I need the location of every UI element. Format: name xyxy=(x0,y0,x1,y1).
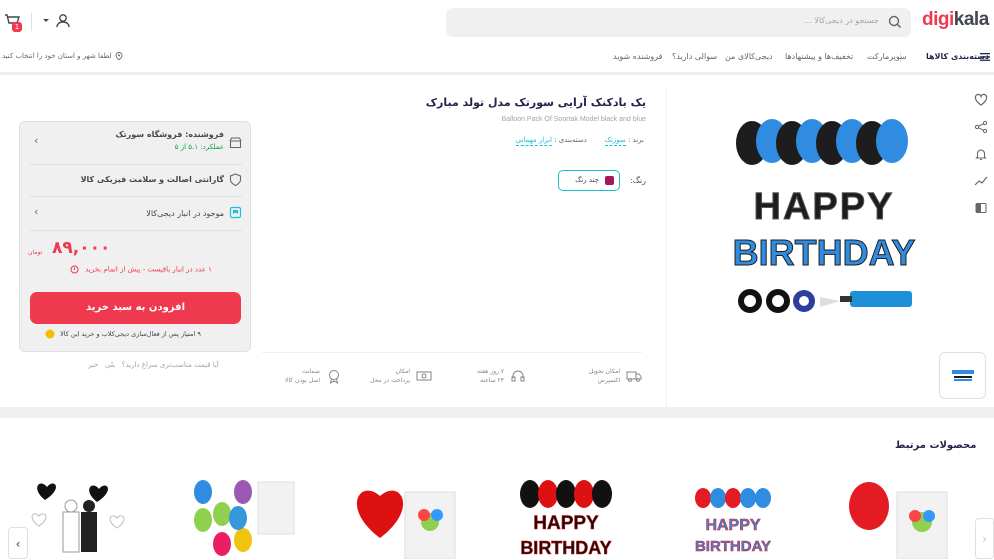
product-price: ۸۹,۰۰۰ xyxy=(52,238,111,258)
warranty-text: گارانتی اصالت و سلامت فیزیکی کالا xyxy=(80,175,224,184)
buybox-divider xyxy=(30,164,242,165)
thumbnail-image xyxy=(952,370,974,381)
feature-express-l1: امکان تحویل xyxy=(588,368,620,375)
product-title: یک بادکنک آرایی سورتک مدل تولد مبارک xyxy=(425,96,646,109)
feature-support-l2: ۲۴ ساعته xyxy=(480,377,504,384)
feature-support-l1: ۷ روز هفته xyxy=(477,368,504,375)
nav-categories[interactable]: دسته‌بندی کالاها xyxy=(926,52,989,61)
nav-become-seller[interactable]: فروشنده شوید xyxy=(613,52,662,61)
chevron-down-icon[interactable] xyxy=(43,19,49,23)
brand-label: برند xyxy=(632,136,644,144)
chevron-left-icon[interactable]: ‹ xyxy=(34,134,38,147)
balloons-row xyxy=(736,119,908,165)
price-suggestion-question: آیا قیمت مناسب‌تری سراغ دارید؟ xyxy=(121,361,219,369)
color-swatch xyxy=(605,176,614,185)
warranty-row: گارانتی اصالت و سلامت فیزیکی کالا xyxy=(30,175,242,184)
related-product-2[interactable]: HAPPY BIRTHDAY xyxy=(688,478,798,559)
bell-icon[interactable] xyxy=(974,147,988,161)
location-pin-icon xyxy=(115,52,122,61)
buybox-divider xyxy=(30,196,242,197)
seller-info[interactable]: فروشنده: فروشگاه سورتک عملکرد: ۵.۱ از ۵ xyxy=(30,130,242,151)
accessories xyxy=(738,289,912,313)
user-icon[interactable] xyxy=(54,12,72,30)
svg-text:HAPPY: HAPPY xyxy=(705,517,760,534)
club-points-text: ۹ امتیاز پس از فعال‌سازی دیجی‌کلاب و خری… xyxy=(60,330,201,338)
suggest-no[interactable]: خیر xyxy=(88,361,98,369)
nav-my-digikala[interactable]: دیجی‌کالای من xyxy=(725,52,773,61)
buybox-divider xyxy=(30,230,242,231)
club-icon xyxy=(45,329,55,339)
svg-text:BIRTHDAY: BIRTHDAY xyxy=(695,538,771,555)
related-next-button[interactable]: › xyxy=(975,518,994,559)
product-thumbnail[interactable] xyxy=(939,352,986,399)
product-image[interactable]: HAPPY BIRTHDAY xyxy=(700,105,948,325)
chevron-left-icon[interactable]: ‹ xyxy=(34,205,38,218)
share-icon[interactable] xyxy=(974,120,988,134)
category-link[interactable]: ابزار مهمانی xyxy=(515,136,552,146)
warehouse-text: موجود در انبار دیجی‌کالا xyxy=(146,209,224,218)
badge-icon xyxy=(329,370,339,384)
svg-text:HAPPY: HAPPY xyxy=(533,513,599,534)
related-products-title: محصولات مرتبط xyxy=(895,440,977,451)
club-points: ۹ امتیاز پس از فعال‌سازی دیجی‌کلاب و خری… xyxy=(45,329,201,339)
location-selector[interactable]: لطفا شهر و استان خود را انتخاب کنید xyxy=(2,52,123,61)
nav-offers[interactable]: تخفیف‌ها و پیشنهادها xyxy=(785,52,853,61)
related-prev-button[interactable]: ‹ xyxy=(8,527,28,559)
feature-original-l2: اصل بودن کالا xyxy=(284,377,320,384)
stock-warning-text: ۱ عدد در انبار باقیست - پیش از اتمام بخر… xyxy=(85,265,212,274)
support-icon xyxy=(511,370,525,382)
nav-faq[interactable]: سوالی دارید؟ xyxy=(672,52,717,61)
image-text-happy: HAPPY xyxy=(754,186,895,228)
product-meta: برند : سورتک دسته‌بندی : ابزار مهمانی xyxy=(515,136,644,146)
color-option-label: چند رنگ xyxy=(575,176,599,184)
heart-icon[interactable] xyxy=(974,93,988,107)
service-features: امکان تحویل اکسپرس ۷ روز هفته ۲۴ ساعته امک… xyxy=(262,365,642,395)
warehouse-row[interactable]: موجود در انبار دیجی‌کالا xyxy=(30,209,242,218)
cash-icon xyxy=(416,371,432,381)
stock-warning: ۱ عدد در انبار باقیست - پیش از اتمام بخر… xyxy=(70,265,212,274)
features-divider xyxy=(262,352,642,353)
category-label: دسته‌بندی xyxy=(558,136,587,144)
stock-icon xyxy=(70,265,79,274)
color-option[interactable]: چند رنگ xyxy=(558,170,620,191)
price-suggestion: آیا قیمت مناسب‌تری سراغ دارید؟ بلی خیر xyxy=(88,361,219,369)
product-title-en: Balloon Pack Of Soortak Model black and … xyxy=(501,116,646,123)
header-divider xyxy=(31,13,32,31)
feature-cod-l2: پرداخت در محل xyxy=(370,377,410,384)
search-placeholder: جستجو در دیجی‌کالا ... xyxy=(804,16,879,25)
feature-cod-l1: امکان xyxy=(395,368,410,375)
section-divider xyxy=(666,89,667,409)
nav-supermarket[interactable]: سوپرمارکت xyxy=(867,52,907,61)
seller-name: فروشنده: فروشگاه سورتک xyxy=(115,130,224,139)
related-product-4[interactable] xyxy=(350,478,460,559)
site-header: digikala جستجو در دیجی‌کالا ... 1 دسته‌ب… xyxy=(0,0,994,75)
suggest-yes[interactable]: بلی xyxy=(105,361,115,369)
compare-icon[interactable] xyxy=(974,201,988,215)
logo-part1: digi xyxy=(922,9,954,30)
color-label: رنگ: xyxy=(630,176,646,185)
image-text-birthday: BIRTHDAY xyxy=(733,232,916,273)
add-to-cart-button[interactable]: افزودن به سبد خرید xyxy=(30,292,241,324)
truck-icon xyxy=(626,371,642,382)
seller-rating: عملکرد: ۵.۱ از ۵ xyxy=(174,143,224,151)
location-text: لطفا شهر و استان خود را انتخاب کنید xyxy=(2,52,112,60)
logo-part2: kala xyxy=(953,9,989,30)
main-nav: دسته‌بندی کالاها سوپرمارکت تخفیف‌ها و پی… xyxy=(0,46,994,68)
feature-express-l2: اکسپرس xyxy=(597,377,620,384)
digikala-logo[interactable]: digikala xyxy=(922,9,989,31)
product-actions xyxy=(969,91,991,231)
svg-text:BIRTHDAY: BIRTHDAY xyxy=(520,538,611,558)
feature-original-l1: ضمانت xyxy=(302,368,320,375)
related-product-6[interactable] xyxy=(25,478,135,559)
related-product-5[interactable] xyxy=(188,478,298,559)
chart-icon[interactable] xyxy=(974,174,988,188)
brand-link[interactable]: سورتک xyxy=(604,136,626,146)
related-product-3[interactable]: HAPPY BIRTHDAY xyxy=(512,478,622,559)
search-bar[interactable]: جستجو در دیجی‌کالا ... xyxy=(446,8,911,37)
price-currency: تومان xyxy=(28,249,43,256)
search-icon xyxy=(888,15,901,28)
cart-badge: 1 xyxy=(12,22,22,32)
related-product-1[interactable] xyxy=(845,478,955,559)
